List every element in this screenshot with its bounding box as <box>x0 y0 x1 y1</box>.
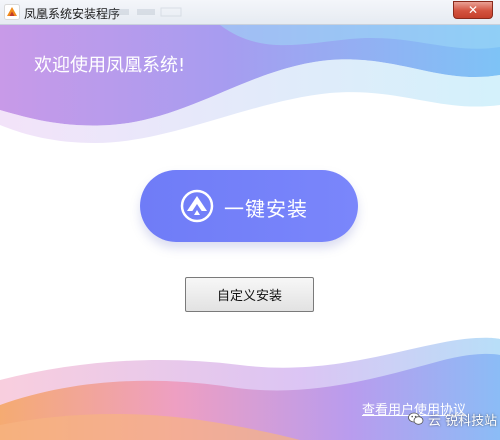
close-button[interactable]: ✕ <box>453 1 493 19</box>
phoenix-app-icon <box>4 4 20 20</box>
welcome-heading: 欢迎使用凤凰系统! <box>34 55 186 76</box>
wechat-icon <box>408 412 424 425</box>
phoenix-logo-icon <box>180 189 214 223</box>
ghost-title-shadow <box>105 7 182 17</box>
watermark-text: 云 锐科技站 <box>428 413 498 429</box>
title-bar[interactable]: 凤凰系统安装程序 ✕ <box>0 0 500 25</box>
installer-window: 凤凰系统安装程序 ✕ 欢迎使用凤凰系统! 一键安装 自定义安装 查看用户使用协议… <box>0 0 500 440</box>
custom-install-button[interactable]: 自定义安装 <box>185 277 314 312</box>
installer-content: 欢迎使用凤凰系统! 一键安装 自定义安装 查看用户使用协议 云 锐科技站 <box>0 25 500 440</box>
close-icon: ✕ <box>467 3 479 17</box>
watermark: 云 锐科技站 <box>408 408 497 430</box>
one-click-install-label: 一键安装 <box>224 197 308 221</box>
custom-install-label: 自定义安装 <box>216 289 282 304</box>
one-click-install-button[interactable]: 一键安装 <box>140 170 358 242</box>
